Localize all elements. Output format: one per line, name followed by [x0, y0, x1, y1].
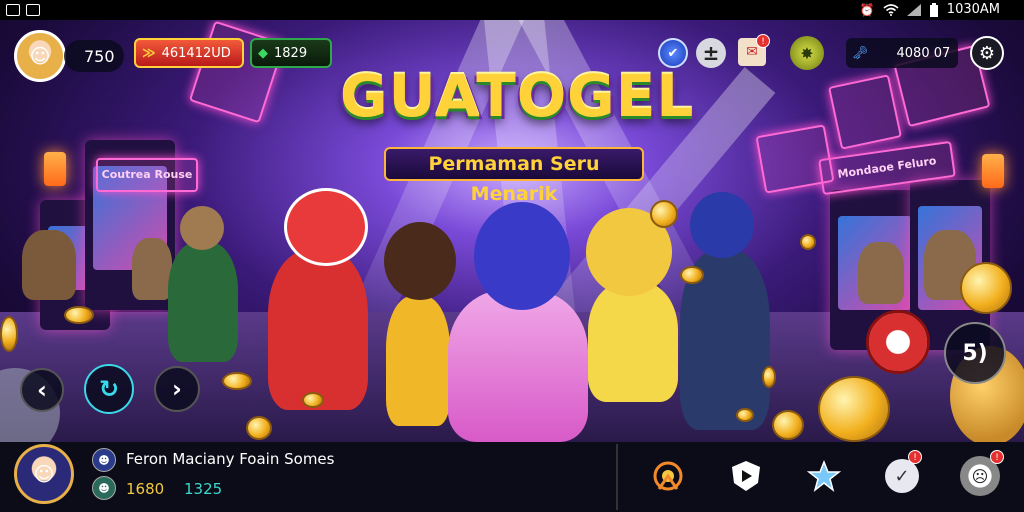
- blue-hair-boy-head: [690, 192, 754, 258]
- bottom-bar: ☺ ☻ Feron Maciany Foain Somes ☻ 1680 132…: [0, 442, 1024, 512]
- profile-notification-badge: !: [990, 450, 1004, 464]
- tasks-button[interactable]: ✓ !: [880, 450, 924, 498]
- feed-text: Feron Maciany Foain Somes: [126, 450, 335, 468]
- brown-hair-girl: [386, 296, 450, 426]
- neon-sign-top-left: [188, 20, 286, 124]
- blue-hair-girl-center: [448, 290, 588, 442]
- currency-gem-value: 1829: [274, 45, 308, 61]
- target-button[interactable]: [646, 454, 690, 498]
- add-button[interactable]: ±: [696, 38, 726, 68]
- screenshot-icon: [6, 4, 20, 16]
- corner-action-label: 5): [962, 340, 988, 366]
- squirrel-character: [22, 230, 76, 300]
- gold-coin: [0, 316, 18, 352]
- currency-right[interactable]: 🗝 4080 07: [846, 38, 958, 68]
- wall-lamp: [982, 154, 1004, 188]
- corner-action-button[interactable]: 5): [944, 322, 1006, 384]
- status-time: 1030AM: [946, 2, 1000, 17]
- currency-gem[interactable]: ◆ 1829: [250, 38, 332, 68]
- poker-chip-red: [866, 310, 930, 374]
- squirrel-character: [858, 242, 904, 304]
- blue-hair-girl-head: [474, 202, 570, 310]
- settings-button[interactable]: ⚙: [970, 36, 1004, 70]
- avatar-face-icon: ☺: [29, 44, 51, 68]
- player-avatar[interactable]: ☺: [14, 30, 66, 82]
- gold-coin: [772, 410, 804, 440]
- key-icon: 🗝: [852, 45, 869, 61]
- favorites-button[interactable]: [802, 454, 846, 498]
- squirrel-suit-character: [168, 242, 238, 362]
- bottom-avatar[interactable]: ☺: [14, 444, 74, 504]
- currency-right-value: 4080 07: [896, 45, 951, 61]
- chevron-right-icon: ›: [172, 375, 182, 403]
- gold-coin: [818, 376, 890, 442]
- prev-button[interactable]: ‹: [20, 368, 64, 412]
- status-bar: ⏰ 1030AM: [0, 0, 1024, 20]
- gold-coin: [650, 200, 678, 228]
- neon-sign-poster: [755, 124, 835, 194]
- stat-a: 1680: [126, 480, 165, 498]
- play-button[interactable]: [724, 454, 768, 498]
- mail-notification-badge: !: [756, 34, 770, 48]
- star-icon: [807, 459, 841, 492]
- bottom-divider: [616, 444, 618, 510]
- gold-coin: [302, 392, 324, 408]
- image-icon: [26, 4, 40, 16]
- alarm-icon: ⏰: [859, 2, 875, 17]
- gold-coin: [64, 306, 94, 324]
- currency-primary-value: 461412UD: [161, 45, 231, 61]
- wifi-icon: [883, 3, 899, 16]
- tasks-notification-badge: !: [908, 450, 922, 464]
- globe-icon: ✔: [667, 45, 679, 61]
- stat-avatar[interactable]: ☻: [92, 476, 116, 500]
- wall-lamp: [44, 152, 66, 186]
- target-icon: [653, 461, 683, 491]
- user-icon: ☻: [98, 481, 110, 495]
- squirrel-head: [180, 206, 224, 250]
- battery-icon: [929, 2, 938, 17]
- currency-primary[interactable]: ≫ 461412UD: [134, 38, 244, 68]
- level-value: 750: [84, 46, 115, 66]
- blonde-girl: [588, 282, 678, 402]
- red-mascot-head: [284, 188, 368, 266]
- game-subtitle: Permaman Seru Menarik: [384, 147, 644, 205]
- shield-play-icon: [732, 461, 760, 491]
- plus-icon: ±: [702, 41, 720, 65]
- neon-sign-left: Coutrea Rouse: [96, 158, 198, 192]
- game-title: GUATOGEL: [340, 62, 695, 130]
- mail-icon: ✉: [746, 44, 758, 60]
- chevron-right-icon: ≫: [142, 45, 156, 61]
- chevron-left-icon: ‹: [37, 376, 47, 404]
- avatar-face-icon: ☺: [33, 462, 55, 486]
- replay-button[interactable]: ↻: [84, 364, 134, 414]
- brown-hair-girl-head: [384, 222, 456, 300]
- globe-button[interactable]: ✔: [658, 38, 688, 68]
- gold-coin: [222, 372, 252, 390]
- gold-coin: [680, 266, 704, 284]
- red-mascot-character: [268, 250, 368, 410]
- replay-icon: ↻: [98, 375, 120, 403]
- level-pill: 750: [64, 40, 124, 72]
- stat-b: 1325: [184, 480, 223, 498]
- next-button[interactable]: ›: [154, 366, 200, 412]
- profile-button[interactable]: ☹ !: [958, 450, 1004, 498]
- gold-coin: [762, 366, 776, 388]
- game-lobby-scene: Coutrea Rouse Mondaoe Feluro GUATOGEL Pe…: [0, 20, 1024, 442]
- squirrel-character: [132, 238, 172, 300]
- user-icon: ☻: [98, 453, 110, 467]
- gold-coin: [736, 408, 754, 422]
- gold-coin: [960, 262, 1012, 314]
- gold-coin: [246, 416, 272, 440]
- neon-sign-poster: [828, 74, 902, 150]
- gem-shop-button[interactable]: ✸: [790, 36, 824, 70]
- feed-avatar[interactable]: ☻: [92, 448, 116, 472]
- gem-icon: ◆: [258, 45, 268, 61]
- check-icon: ✓: [885, 459, 919, 493]
- gem-cluster-icon: ✸: [800, 43, 814, 63]
- gear-icon: ⚙: [978, 42, 996, 64]
- gold-coin: [800, 234, 816, 250]
- signal-icon: [906, 3, 921, 16]
